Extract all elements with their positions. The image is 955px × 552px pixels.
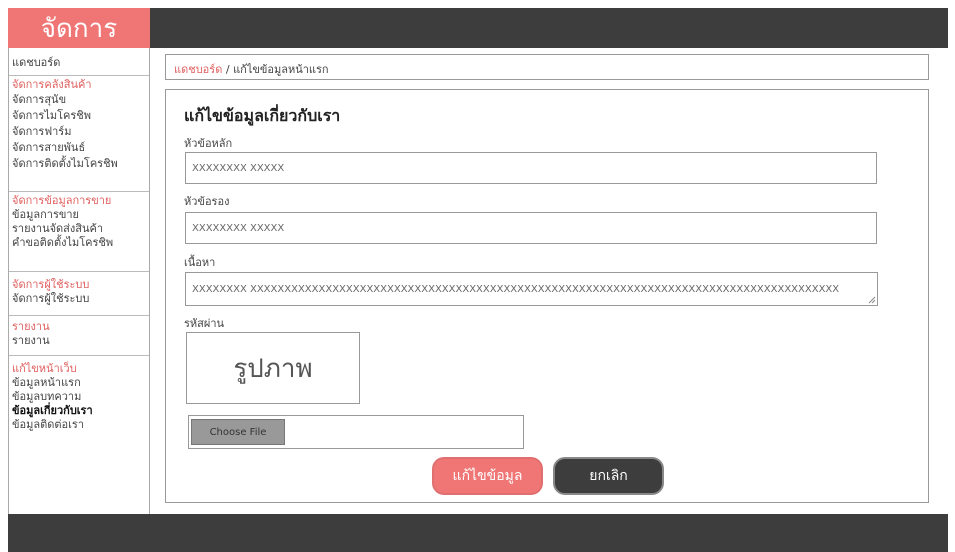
main-content: แดชบอร์ด / แก้ไขข้อมูลหน้าแรก แก้ไขข้อมู… [150,48,948,514]
resize-handle-icon[interactable] [868,296,876,304]
sidebar-group-heading: จัดการข้อมูลการขาย [12,194,112,207]
sidebar-group-sales: จัดการข้อมูลการขาย ข้อมูลการขาย รายงานจั… [9,192,149,272]
sidebar-item-farms[interactable]: จัดการฟาร์ม [12,124,149,140]
footer-bar [8,514,948,552]
breadcrumb-separator: / [225,63,230,76]
app-title: จัดการ [8,8,150,48]
cancel-button[interactable]: ยกเลิก [553,457,664,495]
choose-file-button[interactable]: Choose File [191,419,285,445]
sidebar-group-website: แก้ไขหน้าเว็บ ข้อมูลหน้าแรก ข้อมูลบทความ… [9,356,149,436]
edit-form-panel: แก้ไขข้อมูลเกี่ยวกับเรา หัวข้อหลัก XXXXX… [165,89,929,503]
sidebar-item-install-requests[interactable]: คำขอติดตั้งไมโครชิพ [12,236,149,250]
sidebar-item-dashboard[interactable]: แดชบอร์ด [9,48,149,76]
sidebar-group-reports: รายงาน รายงาน [9,316,149,356]
sidebar-item-sales-data[interactable]: ข้อมูลการขาย [12,208,149,222]
sidebar-item-microchips[interactable]: จัดการไมโครชิพ [12,108,149,124]
breadcrumb: แดชบอร์ด / แก้ไขข้อมูลหน้าแรก [165,54,929,80]
sidebar-item-reports[interactable]: รายงาน [12,334,149,348]
sidebar-item-articles[interactable]: ข้อมูลบทความ [12,390,149,404]
content-textarea[interactable]: XXXXXXXX XXXXXXXXXXXXXXXXXXXXXXXXXXXXXXX… [185,272,878,306]
content-text: XXXXXXXX XXXXXXXXXXXXXXXXXXXXXXXXXXXXXXX… [192,283,840,295]
breadcrumb-current: แก้ไขข้อมูลหน้าแรก [233,63,329,76]
main-heading-label: หัวข้อหลัก [184,137,233,150]
save-button[interactable]: แก้ไขข้อมูล [432,457,543,495]
sidebar-group-users: จัดการผู้ใช้ระบบ จัดการผู้ใช้ระบบ [9,272,149,316]
content-label: เนื้อหา [184,256,216,269]
sidebar-item-homepage[interactable]: ข้อมูลหน้าแรก [12,376,149,390]
sub-heading-input[interactable]: XXXXXXXX XXXXX [185,212,877,244]
sidebar-item-shipping-report[interactable]: รายงานจัดส่งสินค้า [12,222,149,236]
sidebar-group-heading: จัดการคลังสินค้า [12,78,92,91]
sidebar-group-heading: จัดการผู้ใช้ระบบ [12,278,90,291]
main-heading-input[interactable]: XXXXXXXX XXXXX [185,152,877,184]
sub-heading-label: หัวข้อรอง [184,195,230,208]
sidebar-item-contact-us[interactable]: ข้อมูลติดต่อเรา [12,418,149,432]
sidebar-item-microchip-install[interactable]: จัดการติดตั้งไมโครชิพ [12,156,149,172]
sidebar-group-heading: รายงาน [12,320,50,333]
breadcrumb-home-link[interactable]: แดชบอร์ด [174,63,222,76]
sidebar-group-inventory: จัดการคลังสินค้า จัดการสุนัข จัดการไมโคร… [9,76,149,192]
sidebar: แดชบอร์ด จัดการคลังสินค้า จัดการสุนัข จั… [8,48,150,514]
file-input[interactable]: Choose File [188,415,524,449]
sidebar-item-manage-users[interactable]: จัดการผู้ใช้ระบบ [12,292,149,306]
sidebar-group-heading: แก้ไขหน้าเว็บ [12,362,77,375]
page-title: แก้ไขข้อมูลเกี่ยวกับเรา [184,106,341,125]
image-preview: รูปภาพ [186,332,360,404]
sidebar-item-about-us[interactable]: ข้อมูลเกี่ยวกับเรา [12,404,149,418]
sidebar-item-dogs[interactable]: จัดการสุนัข [12,92,149,108]
password-label: รหัสผ่าน [184,317,225,330]
sidebar-item-breeds[interactable]: จัดการสายพันธ์ [12,140,149,156]
